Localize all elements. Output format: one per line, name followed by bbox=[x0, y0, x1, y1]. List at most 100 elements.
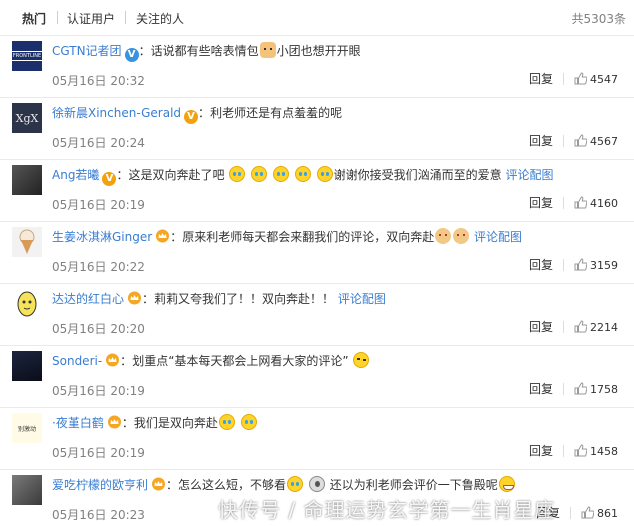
like-count: 4160 bbox=[590, 197, 618, 210]
comment-time: 05月16日 20:20 bbox=[52, 322, 145, 336]
crying-emoji-icon bbox=[294, 166, 311, 182]
comment-text: 原来利老师每天都会来翻我们的评论，双向奔赴 bbox=[182, 230, 435, 244]
avatar[interactable] bbox=[12, 351, 42, 381]
reply-button[interactable]: 回复 bbox=[529, 72, 553, 86]
crown-member-icon bbox=[106, 353, 120, 367]
comment-time: 05月16日 20:22 bbox=[52, 260, 145, 274]
comment-text: 划重点“基本每天都会上网看大家的评论” bbox=[132, 354, 349, 368]
like-count: 861 bbox=[597, 507, 618, 520]
crying-emoji-icon bbox=[316, 166, 333, 182]
comment-text: 我们是双向奔赴 bbox=[133, 416, 218, 430]
crying-emoji-icon bbox=[287, 476, 304, 492]
like-button[interactable]: 1458 bbox=[574, 444, 618, 458]
crying-emoji-icon bbox=[229, 166, 246, 182]
crying-emoji-icon bbox=[272, 166, 289, 182]
face-emoji-icon bbox=[453, 228, 470, 244]
comment-item: 达达的红白心 ：莉莉又夸我们了！！双向奔赴！！ 评论配图 05月16日 20:20… bbox=[0, 284, 634, 346]
tab-verified-users[interactable]: 认证用户 bbox=[67, 10, 115, 27]
comment-text: 谢谢你接受我们汹涌而至的爱意 bbox=[333, 168, 502, 182]
avatar[interactable] bbox=[12, 165, 42, 195]
comment-item: Ang若曦 V ：这是双向奔赴了吧 谢谢你接受我们汹涌而至的爱意 评论配图 05月1… bbox=[0, 160, 634, 222]
comment-text: 话说都有些啥表情包 bbox=[150, 44, 259, 58]
crown-member-icon bbox=[156, 229, 170, 243]
thumbs-up-icon bbox=[574, 382, 587, 395]
thumbs-up-icon bbox=[574, 320, 587, 333]
shocked-emoji-icon bbox=[308, 476, 325, 492]
reply-button[interactable]: 回复 bbox=[529, 444, 553, 458]
comment-image-link[interactable]: 评论配图 bbox=[474, 230, 522, 244]
comment-text: 怎么这么短，不够看 bbox=[178, 478, 287, 492]
comment-text: 这是双向奔赴了吧 bbox=[128, 168, 225, 182]
comment-text: 还以为利老师会评价一下鲁殿呢 bbox=[329, 478, 498, 492]
comment-time: 05月16日 20:24 bbox=[52, 136, 145, 150]
comment-item: 生姜冰淇淋Ginger ：原来利老师每天都会来翻我们的评论，双向奔赴 评论配图 0… bbox=[0, 222, 634, 284]
comment-item: 别激动 ·夜堇白鹤 ：我们是双向奔赴 05月16日 20:19 回复 1458 bbox=[0, 408, 634, 470]
face-emoji-icon bbox=[435, 228, 452, 244]
crown-member-icon bbox=[152, 477, 166, 491]
like-count: 1458 bbox=[590, 445, 618, 458]
avatar[interactable] bbox=[12, 475, 42, 505]
avatar-sticker-text: 别激动 bbox=[17, 425, 36, 433]
username[interactable]: CGTN记者团 bbox=[52, 44, 122, 58]
avatar-logo-text: XgX bbox=[15, 111, 39, 125]
avatar[interactable]: XgX bbox=[12, 103, 42, 133]
avatar[interactable]: FRONTLINE bbox=[12, 41, 42, 71]
username[interactable]: Sonderi- bbox=[52, 354, 102, 368]
comment-item: FRONTLINE CGTN记者团 V ：话说都有些啥表情包 小团也想开开眼 05月1… bbox=[0, 36, 634, 98]
thumbs-up-icon bbox=[574, 258, 587, 271]
comment-time: 05月16日 20:19 bbox=[52, 198, 145, 212]
like-button[interactable]: 4547 bbox=[574, 72, 618, 86]
like-button[interactable]: 4160 bbox=[574, 196, 618, 210]
username[interactable]: 生姜冰淇淋Ginger bbox=[52, 230, 152, 244]
avatar[interactable] bbox=[12, 289, 42, 319]
like-button[interactable]: 3159 bbox=[574, 258, 618, 272]
crying-emoji-icon bbox=[218, 414, 235, 430]
crown-member-icon bbox=[128, 291, 142, 305]
reply-button[interactable]: 回复 bbox=[529, 382, 553, 396]
like-button[interactable]: 2214 bbox=[574, 320, 618, 334]
verified-gold-v-icon: V bbox=[102, 172, 117, 186]
reply-button[interactable]: 回复 bbox=[529, 196, 553, 210]
comment-time: 05月16日 20:19 bbox=[52, 446, 145, 460]
comment-text: 利老师还是有点羞羞的呢 bbox=[210, 106, 343, 120]
username[interactable]: 爱吃柠檬的欧亨利 bbox=[52, 478, 148, 492]
username[interactable]: 达达的红白心 bbox=[52, 292, 124, 306]
reply-button[interactable]: 回复 bbox=[529, 320, 553, 334]
avatar[interactable] bbox=[12, 227, 42, 257]
wink-emoji-icon bbox=[353, 352, 370, 368]
watermark: 快传号 / 命理运势玄学第一生肖星座 bbox=[218, 498, 556, 522]
like-button[interactable]: 861 bbox=[581, 506, 618, 520]
reply-button[interactable]: 回复 bbox=[529, 134, 553, 148]
comment-image-link[interactable]: 评论配图 bbox=[505, 168, 553, 182]
cartoon-avatar-icon bbox=[17, 291, 37, 317]
tab-following[interactable]: 关注的人 bbox=[136, 10, 184, 27]
tab-hot[interactable]: 热门 bbox=[22, 10, 46, 27]
comment-text: 小团也想开开眼 bbox=[276, 44, 361, 58]
comment-item: Sonderi- ：划重点“基本每天都会上网看大家的评论” 05月16日 20:1… bbox=[0, 346, 634, 408]
thumbs-up-icon bbox=[574, 196, 587, 209]
like-button[interactable]: 1758 bbox=[574, 382, 618, 396]
thumbs-up-icon bbox=[574, 134, 587, 147]
grin-emoji-icon bbox=[498, 476, 515, 492]
crying-emoji-icon bbox=[251, 166, 268, 182]
tab-divider bbox=[125, 11, 126, 24]
thumbs-up-icon bbox=[574, 444, 587, 457]
comment-image-link[interactable]: 评论配图 bbox=[338, 292, 386, 306]
comment-item: XgX 徐新晨Xinchen-Gerald V ：利老师还是有点羞羞的呢 05月16… bbox=[0, 98, 634, 160]
like-count: 4547 bbox=[590, 73, 618, 86]
total-comments-count: 共5303条 bbox=[571, 12, 626, 26]
username[interactable]: ·夜堇白鹤 bbox=[52, 416, 104, 430]
like-count: 4567 bbox=[590, 135, 618, 148]
verified-gold-v-icon: V bbox=[184, 110, 199, 124]
crying-emoji-icon bbox=[240, 414, 257, 430]
username[interactable]: 徐新晨Xinchen-Gerald bbox=[52, 106, 181, 120]
avatar-logo-text: FRONTLINE bbox=[12, 51, 42, 61]
crown-member-icon bbox=[107, 415, 121, 429]
comment-tabs: 热门 认证用户 关注的人 共5303条 bbox=[0, 0, 634, 36]
avatar[interactable]: 别激动 bbox=[12, 413, 42, 443]
cat-emoji-icon bbox=[259, 42, 276, 58]
reply-button[interactable]: 回复 bbox=[529, 258, 553, 272]
like-button[interactable]: 4567 bbox=[574, 134, 618, 148]
username[interactable]: Ang若曦 bbox=[52, 168, 99, 182]
comment-time: 05月16日 20:19 bbox=[52, 384, 145, 398]
